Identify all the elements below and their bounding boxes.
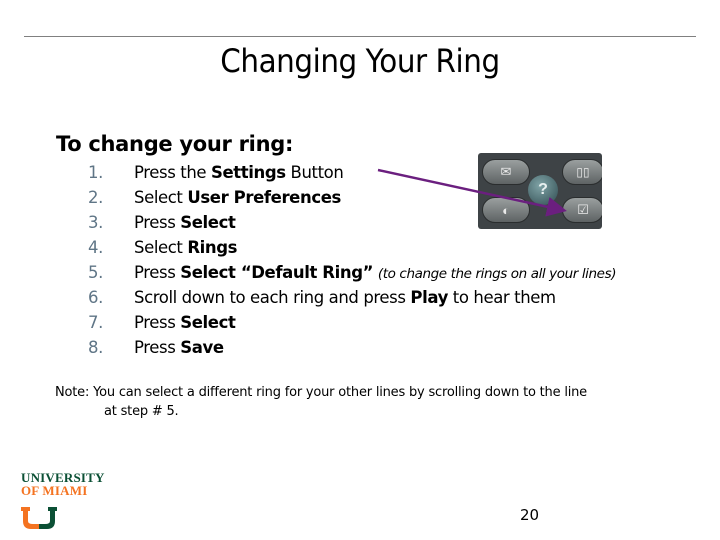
messages-button: ✉ xyxy=(482,159,530,185)
step-text: Press xyxy=(134,338,181,357)
settings-button: ☑ xyxy=(562,197,602,223)
step-number: 8. xyxy=(88,338,103,357)
step-item: 8. Press Save xyxy=(88,335,616,360)
slide-title: Changing Your Ring xyxy=(220,42,500,80)
step-text: Press xyxy=(134,263,181,282)
step-aside: (to change the rings on all your lines) xyxy=(377,266,617,282)
step-emphasis: Rings xyxy=(187,238,238,257)
step-text: Press xyxy=(134,313,181,332)
step-number: 1. xyxy=(88,163,103,182)
step-item: 5. Press Select “Default Ring” (to change… xyxy=(88,260,616,285)
step-emphasis: Select xyxy=(180,313,236,332)
book-icon: ▯▯ xyxy=(576,165,590,179)
help-button: ? xyxy=(528,175,558,205)
note-line-2: at step # 5. xyxy=(104,404,179,419)
step-number: 4. xyxy=(88,238,103,257)
step-item: 6. Scroll down to each ring and press Pla… xyxy=(88,285,616,310)
step-emphasis: Select “Default Ring” xyxy=(180,263,374,282)
services-button: ◐ xyxy=(482,197,530,223)
logo-line-2: OF MIAMI xyxy=(21,483,88,498)
step-emphasis: User Preferences xyxy=(187,188,341,207)
step-text: Press xyxy=(134,213,181,232)
step-emphasis: Select xyxy=(180,213,236,232)
note-line-1: Note: You can select a different ring fo… xyxy=(55,385,587,400)
step-text: Select xyxy=(134,238,188,257)
subheading: To change your ring: xyxy=(56,132,294,156)
university-logo: UNIVERSITY OF MIAMI xyxy=(21,471,105,498)
envelope-icon: ✉ xyxy=(500,164,512,179)
step-emphasis: Play xyxy=(410,288,448,307)
step-text: to hear them xyxy=(447,288,556,307)
step-emphasis: Settings xyxy=(211,163,286,182)
question-icon: ? xyxy=(538,181,548,198)
phone-buttons-image: ✉ ▯▯ ? ◐ ☑ xyxy=(478,153,602,229)
step-text: Select xyxy=(134,188,188,207)
step-number: 6. xyxy=(88,288,103,307)
step-number: 7. xyxy=(88,313,103,332)
step-text: Press the xyxy=(134,163,211,182)
step-item: 7. Press Select xyxy=(88,310,616,335)
page-number: 20 xyxy=(520,506,540,524)
step-number: 5. xyxy=(88,263,103,282)
step-item: 4. Select Rings xyxy=(88,235,616,260)
step-text: Button xyxy=(285,163,344,182)
step-text: Scroll down to each ring and press xyxy=(134,288,411,307)
globe-icon: ◐ xyxy=(502,202,510,218)
u-logo-icon xyxy=(21,507,57,529)
top-divider xyxy=(24,36,696,37)
note: Note: You can select a different ring fo… xyxy=(55,383,587,421)
step-emphasis: Save xyxy=(180,338,224,357)
directories-button: ▯▯ xyxy=(562,159,602,185)
settings-checkbox-icon: ☑ xyxy=(577,202,589,217)
step-number: 3. xyxy=(88,213,103,232)
step-number: 2. xyxy=(88,188,103,207)
